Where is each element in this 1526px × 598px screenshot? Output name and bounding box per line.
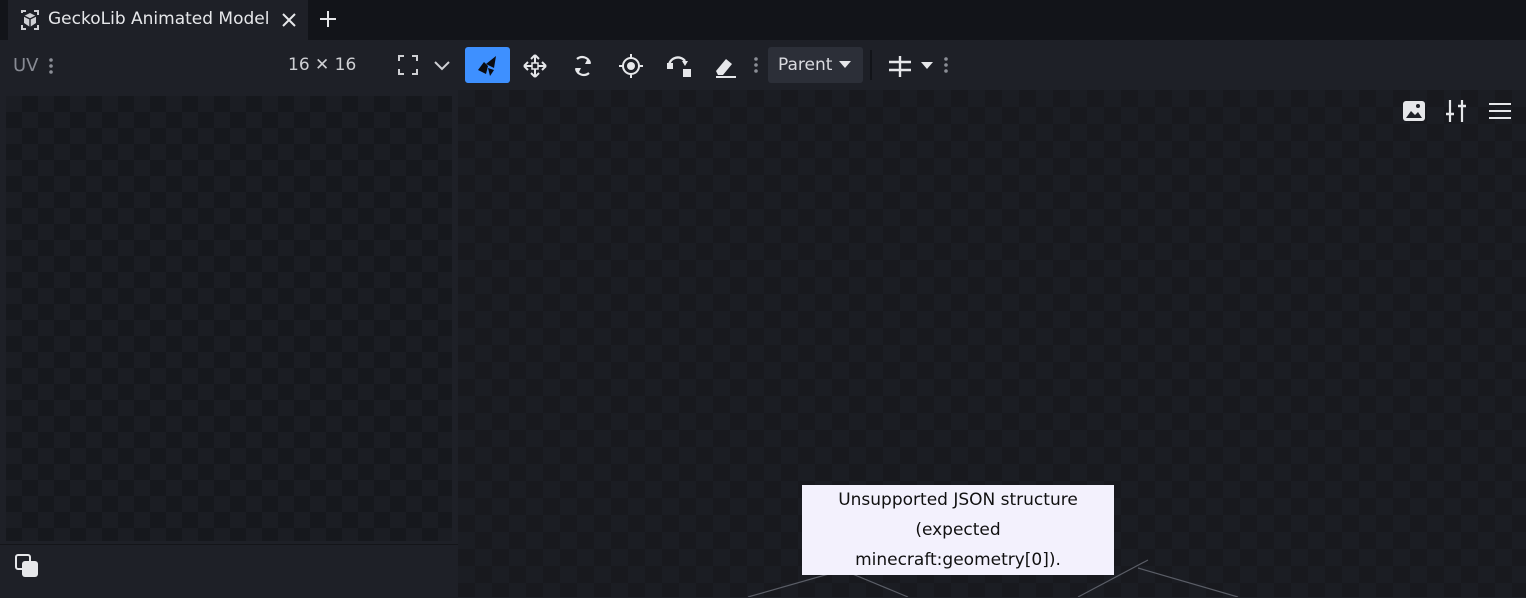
error-line: (expected: [915, 520, 1001, 540]
error-message: Unsupported JSON structure (expected min…: [802, 485, 1114, 575]
tab-title: GeckoLib Animated Model: [48, 9, 270, 29]
menu-icon[interactable]: [1487, 98, 1513, 124]
arrows-move-icon[interactable]: [514, 47, 554, 83]
transform-space-select[interactable]: Parent: [768, 47, 863, 83]
uv-size-label[interactable]: 16 ✕ 16: [288, 55, 356, 75]
tab-bar: GeckoLib Animated Model: [0, 0, 1526, 40]
toolbar-dots-icon[interactable]: [753, 55, 759, 75]
rotate-icon[interactable]: [562, 47, 602, 83]
grid-dots-icon[interactable]: [943, 55, 949, 75]
pivot-icon[interactable]: [610, 47, 650, 83]
error-line: minecraft:geometry[0]).: [855, 550, 1061, 570]
tab-geckolib-model[interactable]: GeckoLib Animated Model: [8, 0, 308, 40]
uv-canvas[interactable]: [6, 96, 452, 541]
toolbar: [0, 40, 1526, 90]
move-tool-button[interactable]: [465, 47, 510, 83]
sliders-icon[interactable]: [1443, 98, 1469, 124]
error-line: Unsupported JSON structure: [838, 490, 1078, 510]
cube-icon: [18, 8, 42, 32]
transform-space-label: Parent: [778, 55, 833, 75]
uv-menu-dots-icon[interactable]: [48, 56, 54, 76]
uv-panel-title: UV: [13, 55, 39, 76]
uv-panel-footer: [0, 544, 458, 598]
chevron-down-icon[interactable]: [422, 47, 462, 83]
vertex-snap-icon[interactable]: [657, 47, 697, 83]
caret-down-icon: [839, 61, 851, 68]
close-icon[interactable]: [279, 10, 299, 30]
toolbar-divider: [870, 50, 872, 80]
copy-icon[interactable]: [14, 553, 40, 583]
grid-caret-icon[interactable]: [912, 47, 940, 83]
plus-icon[interactable]: [316, 7, 340, 31]
eraser-icon[interactable]: [704, 47, 744, 83]
image-icon[interactable]: [1401, 98, 1427, 124]
